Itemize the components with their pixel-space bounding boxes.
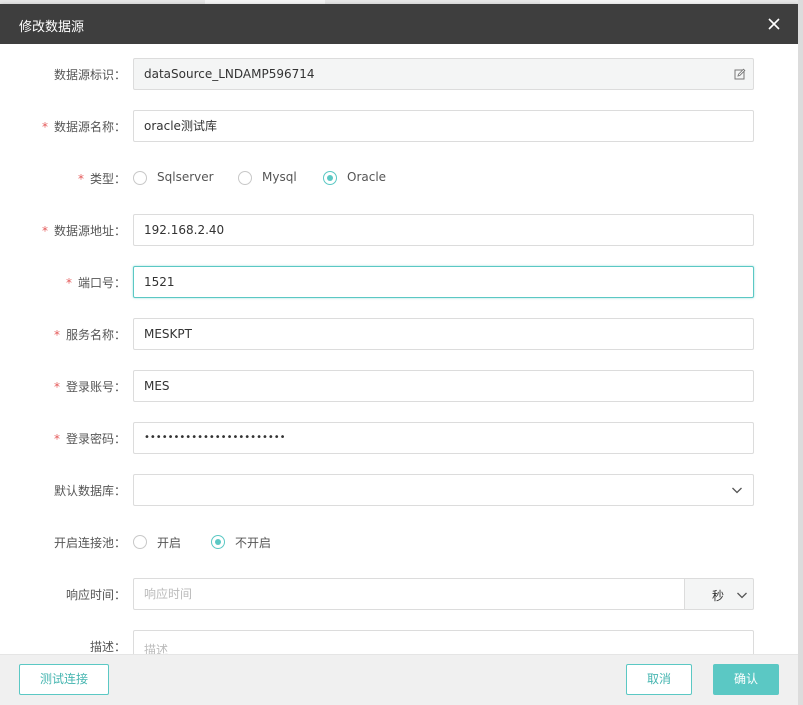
edit-icon[interactable]	[734, 68, 746, 80]
description-label: 描述：	[89, 640, 126, 654]
radio-unchecked-icon	[133, 171, 147, 185]
pool-label: 开启连接池：	[53, 536, 126, 550]
radio-checked-icon	[323, 171, 337, 185]
port-input[interactable]: 1521	[133, 266, 754, 298]
field-datasource-name: * 数据源名称： oracle测试库	[0, 110, 798, 142]
dialog-footer: 测试连接 取消 确认	[0, 654, 798, 705]
confirm-button[interactable]: 确认	[713, 664, 779, 695]
field-service-name: * 服务名称： MESKPT	[0, 318, 798, 350]
datasource-name-label: * 数据源名称：	[41, 120, 126, 134]
response-time-label: 响应时间：	[65, 588, 126, 602]
test-connection-button[interactable]: 测试连接	[19, 664, 109, 695]
chevron-down-icon[interactable]	[731, 484, 743, 496]
field-pool: 开启连接池： 开启 不开启	[53, 535, 272, 550]
description-input[interactable]	[133, 630, 754, 654]
service-name-label: * 服务名称：	[53, 328, 126, 342]
datasource-id-label: 数据源标识：	[53, 68, 126, 82]
field-account: * 登录账号： MES	[0, 370, 798, 402]
account-input[interactable]: MES	[133, 370, 754, 402]
type-label: * 类型：	[77, 172, 126, 186]
field-type: * 类型： Sqlserver Mysql Oracle	[77, 170, 387, 186]
datasource-id-field: dataSource_LNDAMP596714	[133, 58, 754, 90]
account-label: * 登录账号：	[53, 380, 126, 394]
edit-datasource-dialog: 修改数据源 数据源标识： dataSource_LNDAMP596714 * 数据…	[0, 4, 798, 705]
time-unit-value: 秒	[712, 589, 725, 603]
radio-unchecked-icon	[238, 171, 252, 185]
field-password: * 登录密码： ••••••••••••••••••••••••	[0, 422, 798, 454]
chevron-down-icon	[737, 592, 747, 599]
field-port: * 端口号： 1521	[0, 266, 798, 298]
password-input[interactable]: ••••••••••••••••••••••••	[133, 422, 754, 454]
form-body: 数据源标识： dataSource_LNDAMP596714 * 数据源名称： o…	[0, 44, 798, 654]
dialog-titlebar: 修改数据源	[0, 4, 798, 44]
address-input[interactable]: 192.168.2.40	[133, 214, 754, 246]
password-label: * 登录密码：	[53, 432, 126, 446]
field-datasource-id: 数据源标识： dataSource_LNDAMP596714	[0, 58, 798, 90]
radio-checked-icon	[211, 535, 225, 549]
close-icon[interactable]	[766, 16, 782, 32]
field-default-db: 默认数据库：	[0, 474, 798, 506]
service-name-input[interactable]: MESKPT	[133, 318, 754, 350]
page-scrollbar[interactable]	[798, 0, 803, 705]
time-unit-select[interactable]: 秒	[684, 578, 754, 610]
default-db-select[interactable]	[133, 474, 754, 506]
response-time-input[interactable]	[133, 578, 685, 610]
address-label: * 数据源地址：	[41, 224, 126, 238]
port-label: * 端口号：	[65, 276, 126, 290]
field-description: 描述：	[0, 630, 798, 654]
dialog-title: 修改数据源	[19, 20, 85, 35]
default-db-label: 默认数据库：	[53, 484, 126, 498]
radio-unchecked-icon	[133, 535, 147, 549]
field-address: * 数据源地址： 192.168.2.40	[0, 214, 798, 246]
cancel-button[interactable]: 取消	[626, 664, 692, 695]
datasource-name-input[interactable]: oracle测试库	[133, 110, 754, 142]
field-response-time: 响应时间： 秒	[0, 578, 798, 610]
